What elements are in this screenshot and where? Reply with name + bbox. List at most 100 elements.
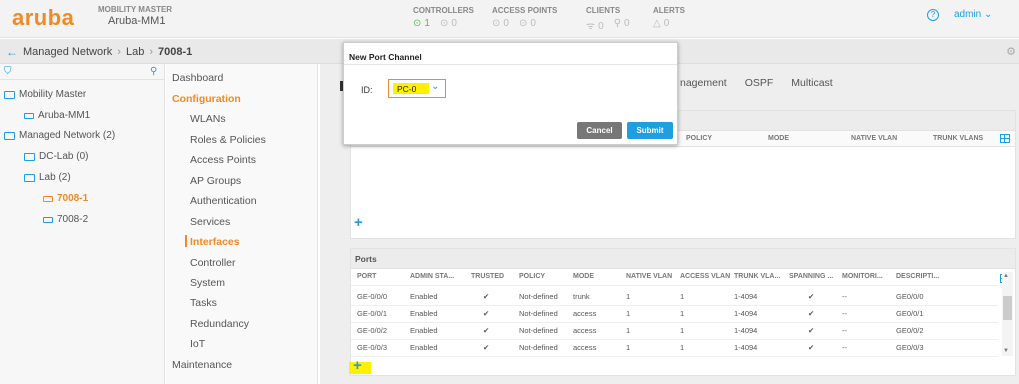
top-bar: aruba MOBILITY MASTER Aruba-MM1 CONTROLL…	[0, 0, 1019, 38]
scroll-thumb[interactable]	[1003, 296, 1012, 320]
col-access-vlan[interactable]: ACCESS VLAN	[680, 273, 730, 280]
scroll-down-icon[interactable]: ▼	[1003, 348, 1009, 354]
menu-authentication[interactable]: Authentication	[190, 195, 257, 207]
row-divider	[351, 322, 998, 323]
help-icon[interactable]: ?	[927, 9, 939, 21]
col-native-vlan[interactable]: NATIVE VLAN	[626, 273, 672, 280]
menu-wlans[interactable]: WLANs	[190, 113, 226, 125]
col-monitoring[interactable]: MONITORI...	[842, 273, 883, 280]
scroll-up-icon[interactable]: ▲	[1003, 273, 1009, 279]
col-description[interactable]: DESCRIPTI...	[896, 273, 939, 280]
col-native-vlan[interactable]: NATIVE VLAN	[851, 135, 897, 142]
cell-spanning-tree: ✔	[808, 343, 815, 352]
cell-admin-state: Enabled	[410, 343, 438, 352]
id-select[interactable]: PC-0 ⌄	[388, 79, 446, 98]
dialog-divider	[344, 64, 677, 65]
tab-bar: nagement OSPF Multicast	[680, 77, 833, 89]
col-spanning-tree[interactable]: SPANNING ...	[789, 273, 833, 280]
menu-iot[interactable]: IoT	[190, 338, 205, 350]
col-admin-state[interactable]: ADMIN STA...	[410, 273, 454, 280]
col-trunk-vlans[interactable]: TRUNK VLA...	[734, 273, 780, 280]
add-port-icon[interactable]: +	[353, 357, 362, 374]
folder-icon	[4, 131, 15, 140]
stat-controllers[interactable]: CONTROLLERS ⊙ 1 ⊙ 0	[413, 6, 474, 29]
menu-roles-policies[interactable]: Roles & Policies	[190, 134, 266, 146]
tree-node-aruba-mm1[interactable]: Aruba-MM1	[24, 110, 90, 121]
breadcrumb-item[interactable]: Lab	[126, 46, 144, 58]
chevron-down-icon[interactable]: ⌄	[431, 81, 439, 92]
tree-node-lab[interactable]: Lab (2)	[24, 172, 71, 183]
tree-node-dc-lab[interactable]: DC-Lab (0)	[24, 151, 88, 162]
column-chooser-icon[interactable]	[1000, 134, 1010, 143]
cell-admin-state: Enabled	[410, 326, 438, 335]
id-label: ID:	[361, 85, 373, 95]
col-mode[interactable]: MODE	[768, 135, 789, 142]
row-divider	[351, 305, 998, 306]
col-trusted[interactable]: TRUSTED	[471, 273, 504, 280]
cell-trunk-vlans: 1-4094	[734, 343, 758, 352]
col-policy[interactable]: POLICY	[519, 273, 545, 280]
menu-services[interactable]: Services	[190, 216, 230, 228]
tree-search[interactable]: ⛉ ⚲	[0, 64, 164, 80]
ports-scrollbar[interactable]: ▲ ▼	[1002, 272, 1013, 356]
cell-description: GE0/0/3	[896, 343, 924, 352]
tab-management[interactable]: nagement	[680, 77, 727, 89]
cell-monitoring: --	[842, 326, 847, 335]
col-mode[interactable]: MODE	[573, 273, 594, 280]
tab-ospf[interactable]: OSPF	[745, 77, 774, 89]
menu-maintenance[interactable]: Maintenance	[172, 359, 232, 371]
menu-system[interactable]: System	[190, 277, 225, 289]
device-icon	[43, 195, 53, 202]
tree-node-mobility-master[interactable]: Mobility Master	[4, 89, 86, 100]
tab-multicast[interactable]: Multicast	[791, 77, 832, 89]
stat-alerts[interactable]: ALERTS △ 0	[653, 6, 685, 29]
cell-monitoring: --	[842, 309, 847, 318]
device-icon	[43, 216, 53, 223]
cell-monitoring: --	[842, 292, 847, 301]
back-arrow-icon[interactable]: ←	[6, 45, 18, 59]
menu-access-points[interactable]: Access Points	[190, 154, 256, 166]
menu-configuration[interactable]: Configuration	[172, 93, 241, 105]
col-policy[interactable]: POLICY	[686, 135, 712, 142]
tree-node-7008-2[interactable]: 7008-2	[43, 214, 88, 225]
up-count: ⊙ 1	[413, 18, 430, 29]
wired-icon: ⚲	[613, 18, 622, 29]
menu-redundancy[interactable]: Redundancy	[190, 318, 249, 330]
breadcrumb-item[interactable]: Managed Network	[23, 46, 112, 58]
cell-admin-state: Enabled	[410, 292, 438, 301]
stat-access-points[interactable]: ACCESS POINTS ⊙ 0 ⊙ 0	[492, 6, 557, 29]
submit-button[interactable]: Submit	[627, 122, 673, 139]
col-trunk-vlans[interactable]: TRUNK VLANS	[933, 135, 983, 142]
stat-clients[interactable]: CLIENTS ᯤ0 ⚲ 0	[586, 6, 630, 32]
menu-tasks[interactable]: Tasks	[190, 297, 217, 309]
menu-dashboard[interactable]: Dashboard	[172, 72, 223, 84]
cell-trusted: ✔	[483, 292, 490, 301]
device-name: Aruba-MM1	[108, 15, 166, 27]
search-icon[interactable]: ⚲	[150, 66, 157, 77]
tree-node-managed-network[interactable]: Managed Network (2)	[4, 130, 115, 141]
cell-port: GE-0/0/0	[357, 292, 388, 301]
cell-monitoring: --	[842, 343, 847, 352]
tree-node-7008-1[interactable]: 7008-1	[43, 193, 88, 204]
aruba-logo[interactable]: aruba	[12, 5, 74, 31]
wifi-icon: ᯤ	[586, 21, 596, 32]
filter-icon[interactable]: ⛉	[4, 66, 12, 77]
alert-count: △ 0	[653, 18, 670, 29]
cell-port: GE-0/0/2	[357, 326, 388, 335]
check-circle-icon: ⊙	[492, 18, 501, 29]
down-count: ⊙ 0	[518, 18, 536, 29]
stat-label: CONTROLLERS	[413, 6, 474, 15]
col-port[interactable]: PORT	[357, 273, 376, 280]
cell-trunk-vlans: 1-4094	[734, 292, 758, 301]
header-divider	[351, 285, 998, 286]
cell-policy: Not-defined	[519, 292, 558, 301]
breadcrumb-current: 7008-1	[157, 46, 193, 58]
settings-icon[interactable]: ⚙	[1006, 45, 1016, 58]
user-menu[interactable]: admin ⌄	[954, 9, 992, 20]
add-port-channel-icon[interactable]: +	[354, 214, 363, 231]
chevron-right-icon: ›	[117, 46, 121, 58]
menu-ap-groups[interactable]: AP Groups	[190, 175, 241, 187]
menu-interfaces[interactable]: Interfaces	[190, 236, 240, 248]
cancel-button[interactable]: Cancel	[577, 122, 622, 139]
menu-controller[interactable]: Controller	[190, 257, 236, 269]
